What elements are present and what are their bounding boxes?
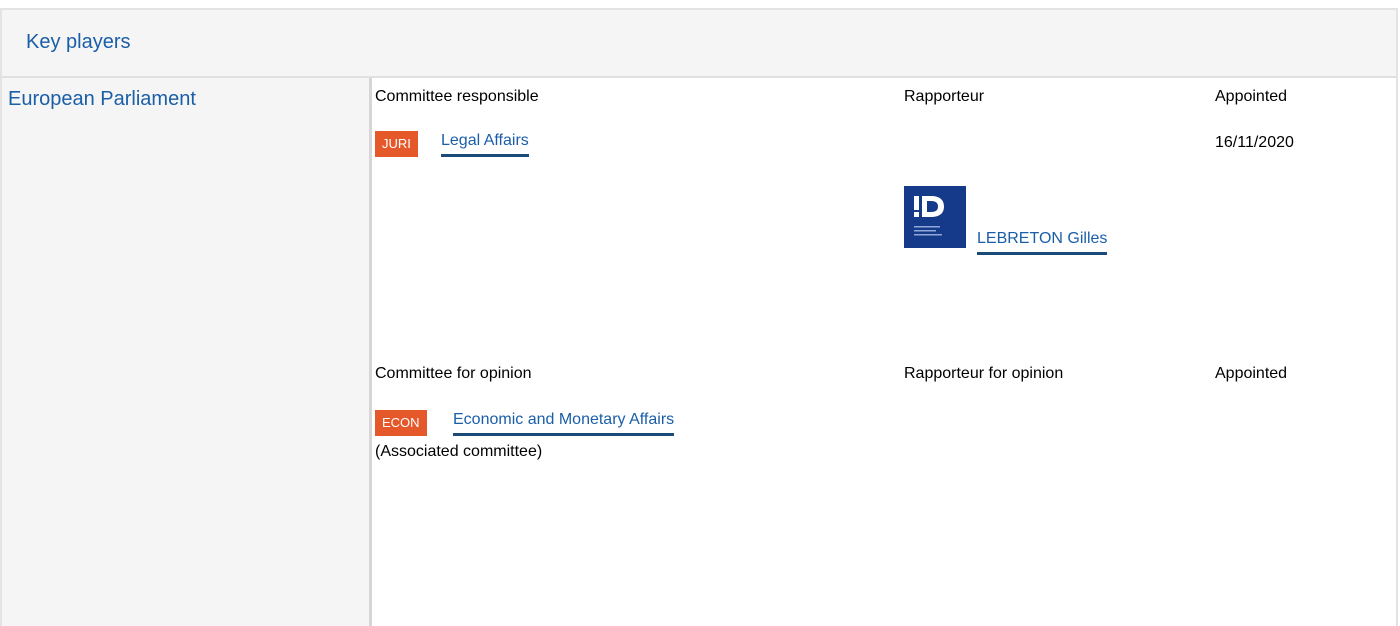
appointed-opinion-heading: Appointed	[1215, 365, 1288, 382]
id-group-logo-icon	[904, 186, 966, 248]
institution-column: European Parliament	[2, 78, 372, 626]
rapporteur-heading: Rapporteur	[904, 88, 985, 105]
appointed-heading: Appointed	[1215, 88, 1288, 105]
rapporteur-link[interactable]: LEBRETON Gilles	[977, 230, 1108, 255]
committee-link-economic-monetary-affairs[interactable]: Economic and Monetary Affairs	[453, 411, 675, 436]
id-group-logo-graphic	[904, 186, 966, 248]
rapporteur-opinion-heading: Rapporteur for opinion	[904, 365, 1064, 382]
committee-code-badge: JURI	[375, 131, 418, 157]
associated-committee-note: (Associated committee)	[375, 443, 543, 460]
opinion-committee-code-badge: ECON	[375, 410, 427, 436]
panel-header: Key players	[2, 10, 1396, 78]
committee-opinion-heading: Committee for opinion	[375, 365, 532, 382]
institution-label: European Parliament	[8, 88, 196, 110]
committee-link-legal-affairs[interactable]: Legal Affairs	[441, 132, 529, 157]
panel-title: Key players	[26, 31, 131, 53]
appointed-date: 16/11/2020	[1215, 134, 1294, 151]
committee-responsible-heading: Committee responsible	[375, 88, 539, 105]
